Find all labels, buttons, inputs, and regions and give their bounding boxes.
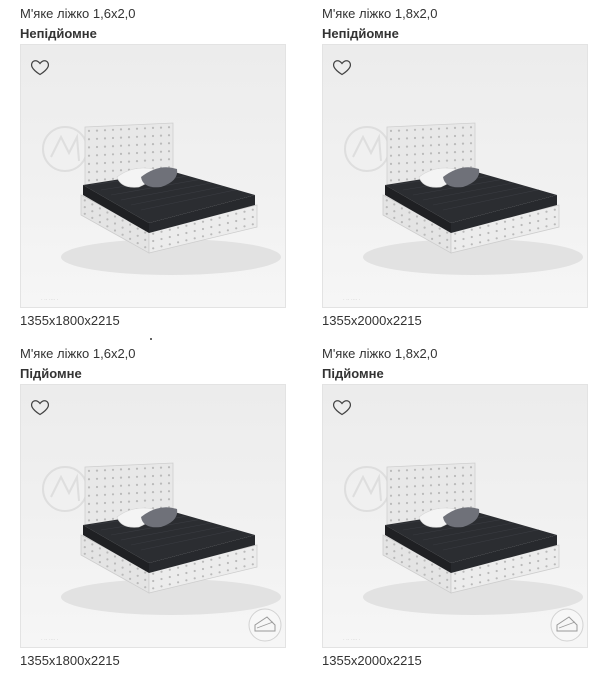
- product-subtitle: Непідйомне: [20, 26, 97, 41]
- product-title[interactable]: М'яке ліжко 1,8х2,0: [322, 344, 590, 364]
- watermark: · ·· ···· ·: [343, 637, 361, 643]
- logo-watermark: [344, 126, 390, 172]
- product-subtitle: Непідйомне: [322, 26, 399, 41]
- logo-watermark-mark: [352, 133, 382, 162]
- product-grid: М'яке ліжко 1,6х2,0 Непідйомне · ·· ····…: [0, 0, 600, 679]
- product-dimensions: 1355х2000х2215: [322, 313, 422, 328]
- product-title[interactable]: М'яке ліжко 1,6х2,0: [20, 4, 288, 24]
- product-card[interactable]: М'яке ліжко 1,6х2,0 Підйомне · ·· ···· ·…: [20, 344, 288, 670]
- product-card[interactable]: М'яке ліжко 1,8х2,0 Непідйомне · ·· ····…: [322, 4, 590, 330]
- logo-watermark: [42, 126, 88, 172]
- product-image[interactable]: · ·· ···· ·: [322, 384, 588, 648]
- product-dimensions: 1355х1800х2215: [20, 313, 120, 328]
- heart-icon[interactable]: [332, 57, 352, 77]
- logo-watermark-mark: [352, 473, 382, 502]
- product-card[interactable]: М'яке ліжко 1,8х2,0 Підйомне · ·· ···· ·…: [322, 344, 590, 670]
- product-dimensions: 1355х1800х2215: [20, 653, 120, 668]
- product-card[interactable]: М'яке ліжко 1,6х2,0 Непідйомне · ·· ····…: [20, 4, 288, 330]
- product-title[interactable]: М'яке ліжко 1,8х2,0: [322, 4, 590, 24]
- bed-image: [344, 462, 584, 642]
- product-subtitle: Підйомне: [20, 366, 82, 381]
- heart-icon[interactable]: [30, 57, 50, 77]
- watermark: · ·· ···· ·: [343, 297, 361, 303]
- heart-icon[interactable]: [30, 397, 50, 417]
- logo-watermark-mark: [50, 133, 80, 162]
- watermark: · ·· ···· ·: [41, 297, 59, 303]
- lift-mechanism-badge: [248, 608, 282, 642]
- product-image[interactable]: · ·· ···· ·: [20, 44, 286, 308]
- bed-image: [42, 462, 282, 642]
- bed-image: [42, 122, 281, 275]
- stray-dot: [150, 338, 152, 340]
- product-image[interactable]: · ·· ···· ·: [322, 44, 588, 308]
- lift-mechanism-badge: [550, 608, 584, 642]
- logo-watermark: [344, 466, 390, 512]
- logo-watermark: [42, 466, 88, 512]
- product-subtitle: Підйомне: [322, 366, 384, 381]
- heart-icon[interactable]: [332, 397, 352, 417]
- product-image[interactable]: · ·· ···· ·: [20, 384, 286, 648]
- product-dimensions: 1355х2000х2215: [322, 653, 422, 668]
- watermark: · ·· ···· ·: [41, 637, 59, 643]
- bed-image: [344, 122, 583, 275]
- logo-watermark-mark: [50, 473, 80, 502]
- product-title[interactable]: М'яке ліжко 1,6х2,0: [20, 344, 288, 364]
